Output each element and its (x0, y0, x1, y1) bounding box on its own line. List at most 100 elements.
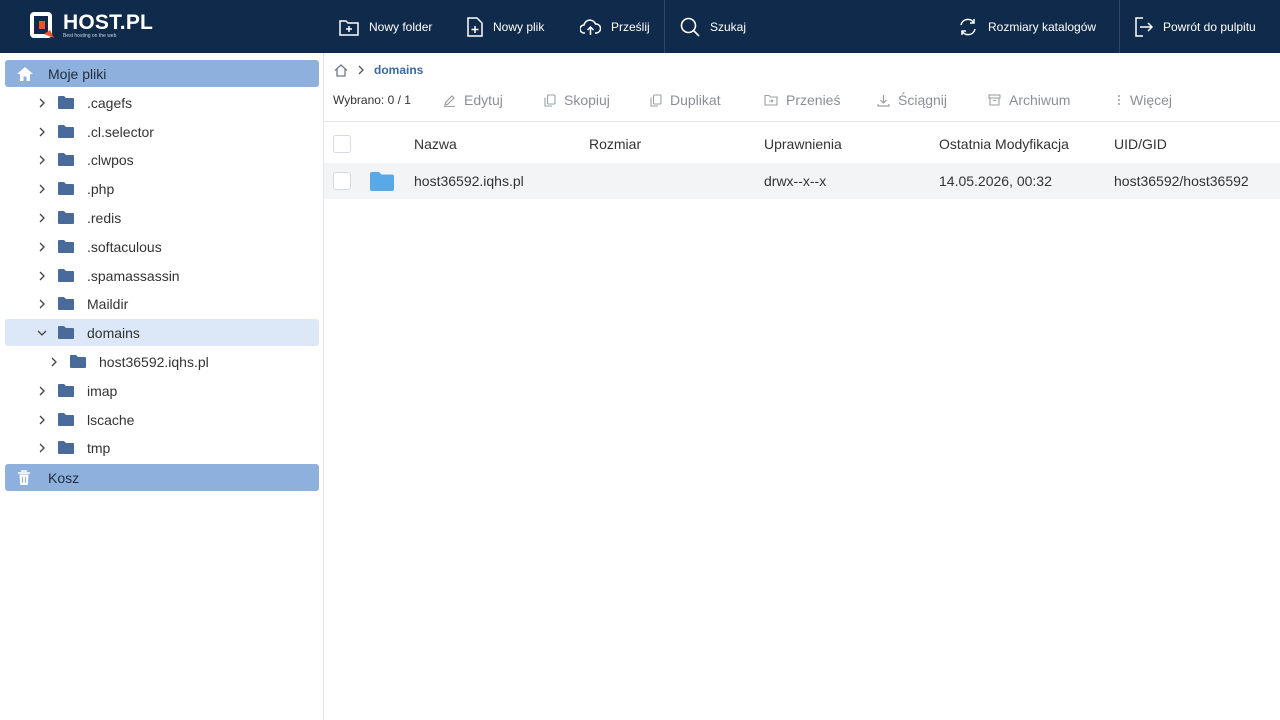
chevron-right-icon (358, 65, 364, 75)
logo-mark-icon (30, 12, 58, 40)
toolbar-divider (664, 0, 665, 53)
my-files-label: Moje pliki (48, 65, 107, 82)
duplicate-button[interactable]: Duplikat (650, 87, 721, 113)
sidebar-my-files[interactable]: Moje pliki (5, 60, 319, 87)
folder-icon (58, 240, 74, 253)
cloud-upload-icon (580, 18, 601, 35)
chevron-right-icon[interactable] (37, 299, 47, 309)
chevron-right-icon[interactable] (37, 271, 47, 281)
search-icon (680, 17, 700, 37)
tree-item-label: .clwpos (87, 151, 134, 168)
chevron-right-icon[interactable] (37, 184, 47, 194)
archive-icon (988, 94, 1001, 106)
column-header-modified[interactable]: Ostatnia Modyfikacja (939, 125, 1069, 163)
file-plus-icon (467, 16, 483, 37)
table-row[interactable]: host36592.iqhs.pl drwx--x--x 14.05.2026,… (324, 163, 1280, 199)
new-folder-button[interactable]: Nowy folder (339, 0, 432, 53)
folder-icon (58, 326, 74, 339)
chevron-right-icon[interactable] (37, 127, 47, 137)
folder-icon (58, 211, 74, 224)
edit-button[interactable]: Edytuj (443, 87, 503, 113)
tree-item-clwpos[interactable]: .clwpos (5, 146, 319, 173)
new-file-label: Nowy plik (493, 19, 545, 34)
tree-item-label: domains (87, 324, 140, 341)
folder-icon (58, 125, 74, 138)
sidebar: Moje pliki .cagefs .cl.selector .clwpos … (0, 53, 324, 720)
toolbar-divider (1119, 0, 1120, 53)
duplicate-label: Duplikat (670, 92, 721, 108)
chevron-right-icon[interactable] (37, 242, 47, 252)
move-button[interactable]: Przenieś (764, 87, 840, 113)
action-bar: Wybrano: 0 / 1 Edytuj Skopiuj Duplikat P… (324, 87, 1280, 113)
tree-item-redis[interactable]: .redis (5, 204, 319, 231)
column-header-size[interactable]: Rozmiar (589, 125, 641, 163)
home-icon[interactable] (334, 63, 348, 77)
column-header-uidgid[interactable]: UID/GID (1114, 125, 1167, 163)
more-label: Więcej (1130, 92, 1173, 108)
tree-item-spamassassin[interactable]: .spamassassin (5, 262, 319, 289)
folder-icon (370, 172, 394, 191)
brand-logo[interactable]: HOST.PL Best hosting on the web (30, 10, 160, 42)
brand-tagline: Best hosting on the web (63, 33, 117, 39)
dir-sizes-button[interactable]: Rozmiary katalogów (958, 0, 1096, 53)
chevron-right-icon[interactable] (37, 213, 47, 223)
sidebar-trash[interactable]: Kosz (5, 464, 319, 491)
refresh-icon (960, 18, 976, 35)
chevron-right-icon[interactable] (37, 443, 47, 453)
row-checkbox[interactable] (333, 172, 351, 190)
back-to-dashboard-button[interactable]: Powrót do pulpitu (1135, 0, 1256, 53)
duplicate-icon (650, 93, 662, 107)
tree-item-host-domain[interactable]: host36592.iqhs.pl (5, 348, 319, 375)
divider (324, 121, 1280, 122)
tree-item-lscache[interactable]: lscache (5, 406, 319, 433)
tree-item-tmp[interactable]: tmp (5, 434, 319, 461)
tree-item-cagefs[interactable]: .cagefs (5, 89, 319, 116)
copy-button[interactable]: Skopiuj (544, 87, 610, 113)
search-button[interactable]: Szukaj (680, 0, 746, 53)
folder-icon (58, 269, 74, 282)
folder-icon (58, 153, 74, 166)
cell-name[interactable]: host36592.iqhs.pl (414, 163, 524, 199)
new-folder-label: Nowy folder (369, 19, 433, 34)
tree-item-label: .softaculous (87, 238, 162, 255)
folder-icon (58, 182, 74, 195)
tree-item-domains[interactable]: domains (5, 319, 319, 346)
cell-modified: 14.05.2026, 00:32 (939, 173, 1052, 189)
download-button[interactable]: Ściągnij (877, 87, 947, 113)
copy-label: Skopiuj (564, 92, 610, 108)
column-header-name[interactable]: Nazwa (414, 125, 457, 163)
upload-button[interactable]: Prześlij (580, 0, 650, 53)
folder-icon (70, 355, 86, 368)
tree-item-imap[interactable]: imap (5, 377, 319, 404)
column-header-permissions[interactable]: Uprawnienia (764, 125, 842, 163)
new-file-button[interactable]: Nowy plik (467, 0, 544, 53)
search-label: Szukaj (710, 19, 747, 34)
select-all-checkbox[interactable] (333, 135, 351, 153)
tree-item-label: host36592.iqhs.pl (99, 353, 209, 370)
breadcrumb-current[interactable]: domains (374, 63, 423, 77)
selection-count: Wybrano: 0 / 1 (333, 93, 411, 107)
home-icon (17, 66, 33, 81)
chevron-right-icon[interactable] (37, 415, 47, 425)
download-icon (877, 94, 890, 107)
folder-icon (58, 297, 74, 310)
back-label: Powrót do pulpitu (1163, 19, 1256, 34)
tree-item-label: .cagefs (87, 94, 133, 111)
upload-label: Prześlij (611, 19, 650, 34)
tree-item-label: .php (87, 180, 115, 197)
archive-button[interactable]: Archiwum (988, 87, 1070, 113)
tree-item-label: lscache (87, 411, 135, 428)
more-button[interactable]: Więcej (1116, 87, 1172, 113)
chevron-right-icon[interactable] (37, 155, 47, 165)
chevron-down-icon[interactable] (37, 328, 47, 338)
tree-item-softaculous[interactable]: .softaculous (5, 233, 319, 260)
copy-icon (544, 93, 556, 107)
breadcrumb: domains (334, 62, 423, 78)
chevron-right-icon[interactable] (37, 386, 47, 396)
chevron-right-icon[interactable] (37, 98, 47, 108)
tree-item-cl-selector[interactable]: .cl.selector (5, 118, 319, 145)
tree-item-php[interactable]: .php (5, 175, 319, 202)
folder-move-icon (764, 94, 778, 106)
chevron-right-icon[interactable] (49, 357, 59, 367)
tree-item-maildir[interactable]: Maildir (5, 290, 319, 317)
